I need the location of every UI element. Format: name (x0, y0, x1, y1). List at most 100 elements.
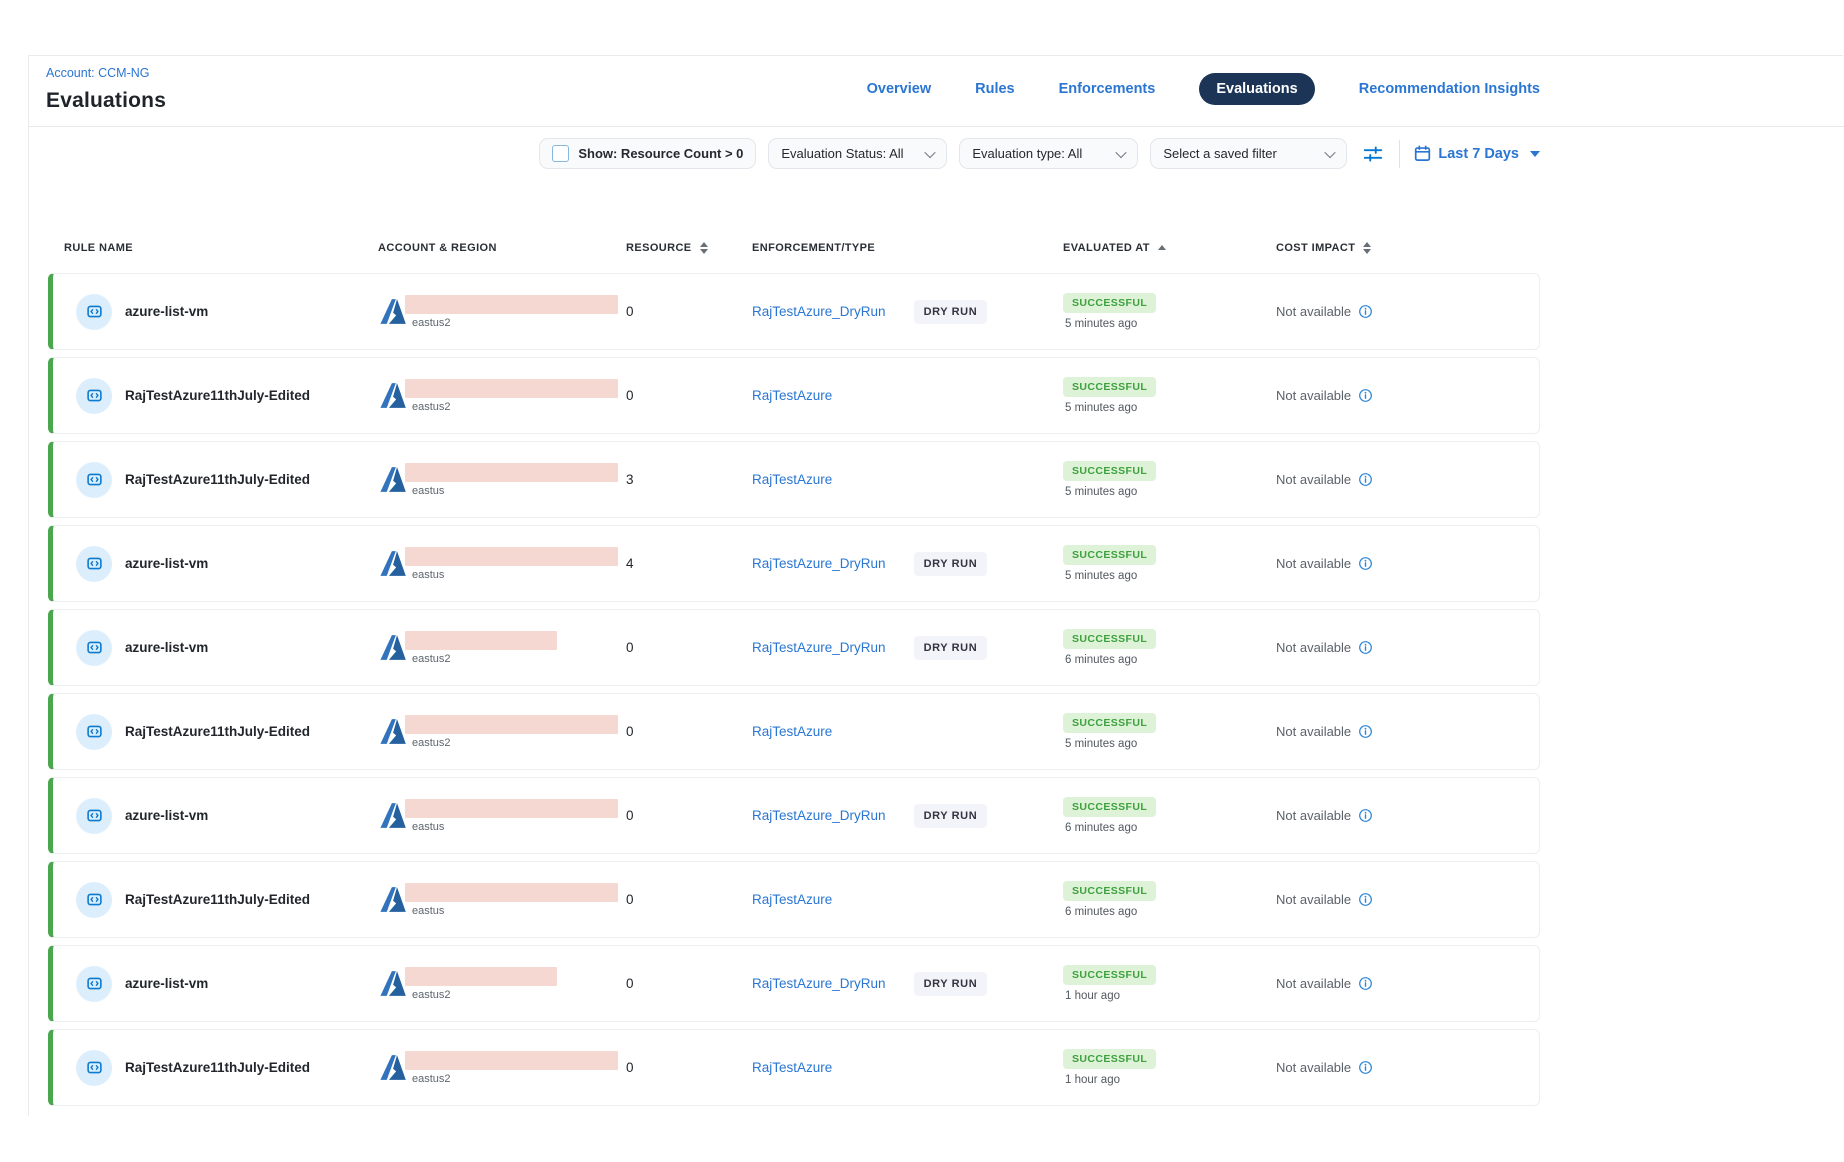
info-icon[interactable] (1358, 388, 1373, 403)
evaluated-time: 6 minutes ago (1063, 654, 1137, 666)
status-badge: SUCCESSFUL (1063, 881, 1156, 901)
filter-divider (1399, 140, 1400, 168)
info-icon[interactable] (1358, 1060, 1373, 1075)
tab-overview[interactable]: Overview (867, 81, 932, 97)
sort-icon[interactable] (1363, 242, 1371, 254)
azure-icon (378, 1053, 407, 1082)
azure-icon (378, 717, 407, 746)
dry-run-badge: DRY RUN (914, 300, 988, 324)
redacted-account-name (405, 463, 618, 482)
tab-recommendation-insights[interactable]: Recommendation Insights (1359, 81, 1540, 97)
resource-count: 4 (626, 556, 752, 571)
caret-down-icon (1530, 151, 1540, 157)
cost-impact-value: Not available (1276, 388, 1351, 403)
azure-icon (378, 297, 407, 326)
enforcement-link[interactable]: RajTestAzure_DryRun (752, 976, 886, 991)
redacted-account-name (405, 883, 618, 902)
column-header-evaluated-at[interactable]: EVALUATED AT (1063, 242, 1276, 254)
dry-run-badge: DRY RUN (914, 636, 988, 660)
resource-count: 0 (626, 640, 752, 655)
evaluated-time: 5 minutes ago (1063, 402, 1137, 414)
evaluated-time: 1 hour ago (1063, 1074, 1120, 1086)
azure-icon (378, 969, 407, 998)
column-header-cost-impact[interactable]: COST IMPACT (1276, 242, 1540, 254)
enforcement-link[interactable]: RajTestAzure (752, 472, 832, 487)
enforcement-link[interactable]: RajTestAzure (752, 388, 832, 403)
enforcement-link[interactable]: RajTestAzure_DryRun (752, 304, 886, 319)
info-icon[interactable] (1358, 892, 1373, 907)
status-badge: SUCCESSFUL (1063, 1049, 1156, 1069)
cost-impact-value: Not available (1276, 808, 1351, 823)
rule-name: azure-list-vm (125, 640, 208, 655)
resource-count-filter-label: Show: Resource Count > 0 (578, 146, 743, 161)
region-label: eastus2 (405, 1073, 618, 1085)
azure-icon (378, 885, 407, 914)
azure-icon (378, 801, 407, 830)
azure-icon (378, 381, 407, 410)
dry-run-badge: DRY RUN (914, 972, 988, 996)
rule-icon (76, 714, 112, 750)
table-row: RajTestAzure11thJuly-Edited eastus2 0 Ra… (48, 1029, 1540, 1106)
info-icon[interactable] (1358, 976, 1373, 991)
breadcrumb[interactable]: Account: CCM-NG (46, 56, 150, 80)
table-row: RajTestAzure11thJuly-Edited eastus2 0 Ra… (48, 357, 1540, 434)
evaluation-status-select[interactable]: Evaluation Status: All (768, 138, 947, 169)
enforcement-link[interactable]: RajTestAzure_DryRun (752, 556, 886, 571)
tab-enforcements[interactable]: Enforcements (1059, 81, 1156, 97)
evaluated-time: 5 minutes ago (1063, 318, 1137, 330)
chevron-down-icon (1116, 146, 1127, 157)
enforcement-link[interactable]: RajTestAzure_DryRun (752, 640, 886, 655)
info-icon[interactable] (1358, 304, 1373, 319)
resource-count: 0 (626, 976, 752, 991)
info-icon[interactable] (1358, 472, 1373, 487)
page-header: Account: CCM-NG Evaluations Overview Rul… (46, 56, 1540, 126)
sort-icon[interactable] (700, 242, 708, 254)
resource-count: 0 (626, 304, 752, 319)
resource-count-filter[interactable]: Show: Resource Count > 0 (539, 138, 756, 169)
rule-name: RajTestAzure11thJuly-Edited (125, 472, 310, 487)
info-icon[interactable] (1358, 556, 1373, 571)
region-label: eastus2 (405, 401, 618, 413)
sort-asc-icon[interactable] (1158, 245, 1166, 250)
enforcement-link[interactable]: RajTestAzure (752, 724, 832, 739)
evaluation-type-select[interactable]: Evaluation type: All (959, 138, 1138, 169)
info-icon[interactable] (1358, 640, 1373, 655)
dry-run-badge: DRY RUN (914, 552, 988, 576)
column-header-resource[interactable]: RESOURCE (626, 242, 752, 254)
enforcement-link[interactable]: RajTestAzure (752, 1060, 832, 1075)
saved-filter-placeholder: Select a saved filter (1163, 146, 1276, 161)
table-header-row: RULE NAME ACCOUNT & REGION RESOURCE ENFO… (48, 231, 1540, 264)
rule-name: RajTestAzure11thJuly-Edited (125, 1060, 310, 1075)
calendar-icon (1414, 145, 1431, 162)
saved-filter-select[interactable]: Select a saved filter (1150, 138, 1347, 169)
rule-icon (76, 630, 112, 666)
redacted-account-name (405, 799, 618, 818)
evaluated-time: 5 minutes ago (1063, 738, 1137, 750)
info-icon[interactable] (1358, 724, 1373, 739)
status-badge: SUCCESSFUL (1063, 965, 1156, 985)
cost-impact-value: Not available (1276, 892, 1351, 907)
chevron-down-icon (925, 146, 936, 157)
date-range-picker[interactable]: Last 7 Days (1414, 145, 1540, 162)
column-header-account-region: ACCOUNT & REGION (378, 242, 626, 254)
table-row: RajTestAzure11thJuly-Edited eastus 3 Raj… (48, 441, 1540, 518)
filter-settings-button[interactable] (1359, 140, 1387, 168)
chevron-down-icon (1325, 146, 1336, 157)
rule-icon (76, 546, 112, 582)
evaluated-time: 5 minutes ago (1063, 486, 1137, 498)
tab-rules[interactable]: Rules (975, 81, 1015, 97)
redacted-account-name (405, 547, 618, 566)
enforcement-link[interactable]: RajTestAzure_DryRun (752, 808, 886, 823)
region-label: eastus (405, 821, 618, 833)
table-row: azure-list-vm eastus2 0 RajTestAzure_Dry… (48, 273, 1540, 350)
tab-evaluations[interactable]: Evaluations (1199, 73, 1314, 105)
region-label: eastus (405, 905, 618, 917)
info-icon[interactable] (1358, 808, 1373, 823)
enforcement-link[interactable]: RajTestAzure (752, 892, 832, 907)
redacted-account-name (405, 379, 618, 398)
status-badge: SUCCESSFUL (1063, 629, 1156, 649)
resource-count-checkbox[interactable] (552, 145, 569, 162)
table-row: azure-list-vm eastus2 0 RajTestAzure_Dry… (48, 609, 1540, 686)
rule-icon (76, 462, 112, 498)
region-label: eastus2 (405, 653, 557, 665)
